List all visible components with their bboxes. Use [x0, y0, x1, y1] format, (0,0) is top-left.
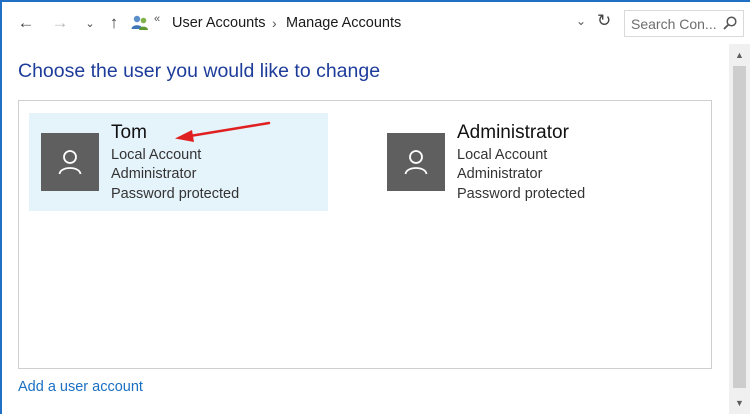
accounts-list: Tom Local Account Administrator Password… [18, 100, 712, 369]
scroll-down-icon[interactable]: ▼ [729, 394, 750, 412]
refresh-icon[interactable]: ↻ [597, 11, 611, 31]
account-name: Tom [111, 122, 147, 143]
account-details: Tom Local Account Administrator Password… [111, 121, 239, 204]
breadcrumb-manage-accounts[interactable]: Manage Accounts [286, 15, 401, 31]
address-dropdown-icon[interactable]: ⌄ [576, 14, 586, 28]
account-role: Administrator [457, 166, 543, 183]
account-security: Password protected [111, 185, 240, 202]
account-tile-administrator[interactable]: Administrator Local Account Administrato… [375, 113, 675, 211]
search-icon[interactable] [722, 15, 738, 31]
account-details: Administrator Local Account Administrato… [457, 121, 585, 204]
account-name: Administrator [457, 122, 569, 143]
chevron-down-icon: ⌄ [85, 17, 95, 30]
window-frame-left [0, 0, 2, 414]
account-security: Password protected [457, 185, 586, 202]
user-silhouette-icon [58, 150, 82, 175]
back-arrow-icon: ← [17, 13, 35, 32]
account-avatar [41, 133, 99, 191]
search-input[interactable] [631, 15, 719, 33]
search-box[interactable] [624, 10, 744, 37]
account-avatar [387, 133, 445, 191]
back-button[interactable]: ← [16, 12, 36, 34]
address-bar: ← → ⌄ ↑ « User Accounts › Manage Account… [2, 2, 750, 44]
recent-locations-button[interactable]: ⌄ [80, 12, 100, 34]
user-silhouette-icon [404, 150, 428, 175]
scroll-up-icon[interactable]: ▲ [729, 46, 750, 64]
account-type: Local Account [457, 147, 548, 163]
account-type: Local Account [111, 147, 202, 163]
breadcrumb-overflow-icon[interactable]: « [154, 13, 160, 25]
up-arrow-icon: ↑ [109, 13, 119, 32]
control-panel-users-icon[interactable] [130, 14, 150, 32]
account-tile-tom[interactable]: Tom Local Account Administrator Password… [29, 113, 328, 211]
vertical-scrollbar[interactable]: ▲ ▼ [729, 44, 750, 414]
add-user-account-link[interactable]: Add a user account [18, 379, 143, 395]
forward-button[interactable]: → [50, 12, 70, 34]
scroll-thumb[interactable] [733, 66, 746, 388]
page-title: Choose the user you would like to change [18, 60, 381, 82]
breadcrumb-separator-icon[interactable]: › [272, 15, 277, 31]
forward-arrow-icon: → [51, 13, 69, 32]
account-role: Administrator [111, 166, 197, 183]
up-button[interactable]: ↑ [104, 12, 124, 34]
breadcrumb-user-accounts[interactable]: User Accounts [172, 15, 266, 31]
